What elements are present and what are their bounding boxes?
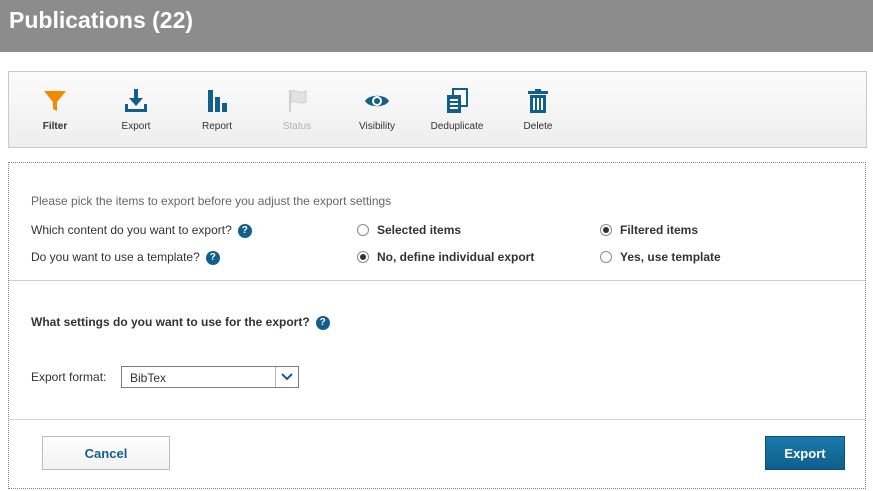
radio-label: Filtered items (620, 223, 699, 237)
export-format-value: BibTex (130, 371, 167, 385)
delete-tool-button[interactable]: Delete (498, 88, 578, 132)
help-icon[interactable]: ? (237, 223, 252, 238)
export-button[interactable]: Export (765, 436, 845, 470)
status-tool-button: Status (257, 88, 337, 132)
export-format-label: Export format: (31, 370, 107, 384)
report-tool-button[interactable]: Report (177, 88, 257, 132)
filter-label: Filter (42, 121, 68, 132)
content-question-label: Which content do you want to export? (31, 223, 232, 237)
radio-label: Selected items (377, 223, 462, 237)
chevron-down-icon (275, 367, 298, 387)
export-tool-button[interactable]: Export (96, 88, 176, 132)
filter-tool-button[interactable]: Filter (15, 88, 95, 132)
radio-circle-icon (600, 251, 612, 263)
radio-circle-icon (357, 224, 369, 236)
radio-no-template[interactable]: No, define individual export (357, 250, 534, 264)
page-title: Publications (22) (9, 7, 194, 33)
visibility-tool-button[interactable]: Visibility (337, 88, 417, 132)
bar-chart-icon (208, 90, 227, 112)
trash-icon (528, 89, 548, 113)
status-label: Status (282, 121, 312, 132)
radio-filtered-items[interactable]: Filtered items (600, 223, 698, 237)
content-question: Which content do you want to export?? (31, 223, 252, 238)
radio-label: Yes, use template (620, 250, 721, 264)
radio-use-template[interactable]: Yes, use template (600, 250, 721, 264)
export-hint: Please pick the items to export before y… (31, 194, 392, 208)
filter-icon (44, 91, 66, 111)
flag-icon (289, 90, 307, 112)
settings-title-label: What settings do you want to use for the… (31, 315, 310, 329)
export-panel: Please pick the items to export before y… (8, 162, 866, 489)
help-icon[interactable]: ? (205, 250, 220, 265)
page-header: Publications (22) (0, 0, 873, 52)
help-icon[interactable]: ? (315, 315, 330, 330)
delete-label: Delete (523, 121, 553, 132)
download-icon (125, 89, 147, 112)
radio-label: No, define individual export (377, 250, 535, 264)
radio-circle-icon (357, 251, 369, 263)
radio-selected-items[interactable]: Selected items (357, 223, 461, 237)
eye-icon (365, 95, 389, 107)
export-label: Export (121, 121, 151, 132)
export-format-select[interactable]: BibTex (121, 366, 299, 388)
visibility-label: Visibility (359, 121, 395, 132)
deduplicate-tool-button[interactable]: Deduplicate (417, 88, 497, 132)
template-question: Do you want to use a template?? (31, 250, 220, 265)
copy-docs-icon (447, 88, 468, 113)
radio-circle-icon (600, 224, 612, 236)
cancel-button[interactable]: Cancel (42, 436, 170, 470)
toolbar: Filter Export Report Status Visibility D… (8, 71, 867, 148)
section-divider (9, 280, 865, 281)
settings-title: What settings do you want to use for the… (31, 315, 330, 330)
footer-divider (9, 419, 865, 420)
report-label: Report (201, 121, 232, 132)
deduplicate-label: Deduplicate (430, 121, 484, 132)
template-question-label: Do you want to use a template? (31, 250, 200, 264)
